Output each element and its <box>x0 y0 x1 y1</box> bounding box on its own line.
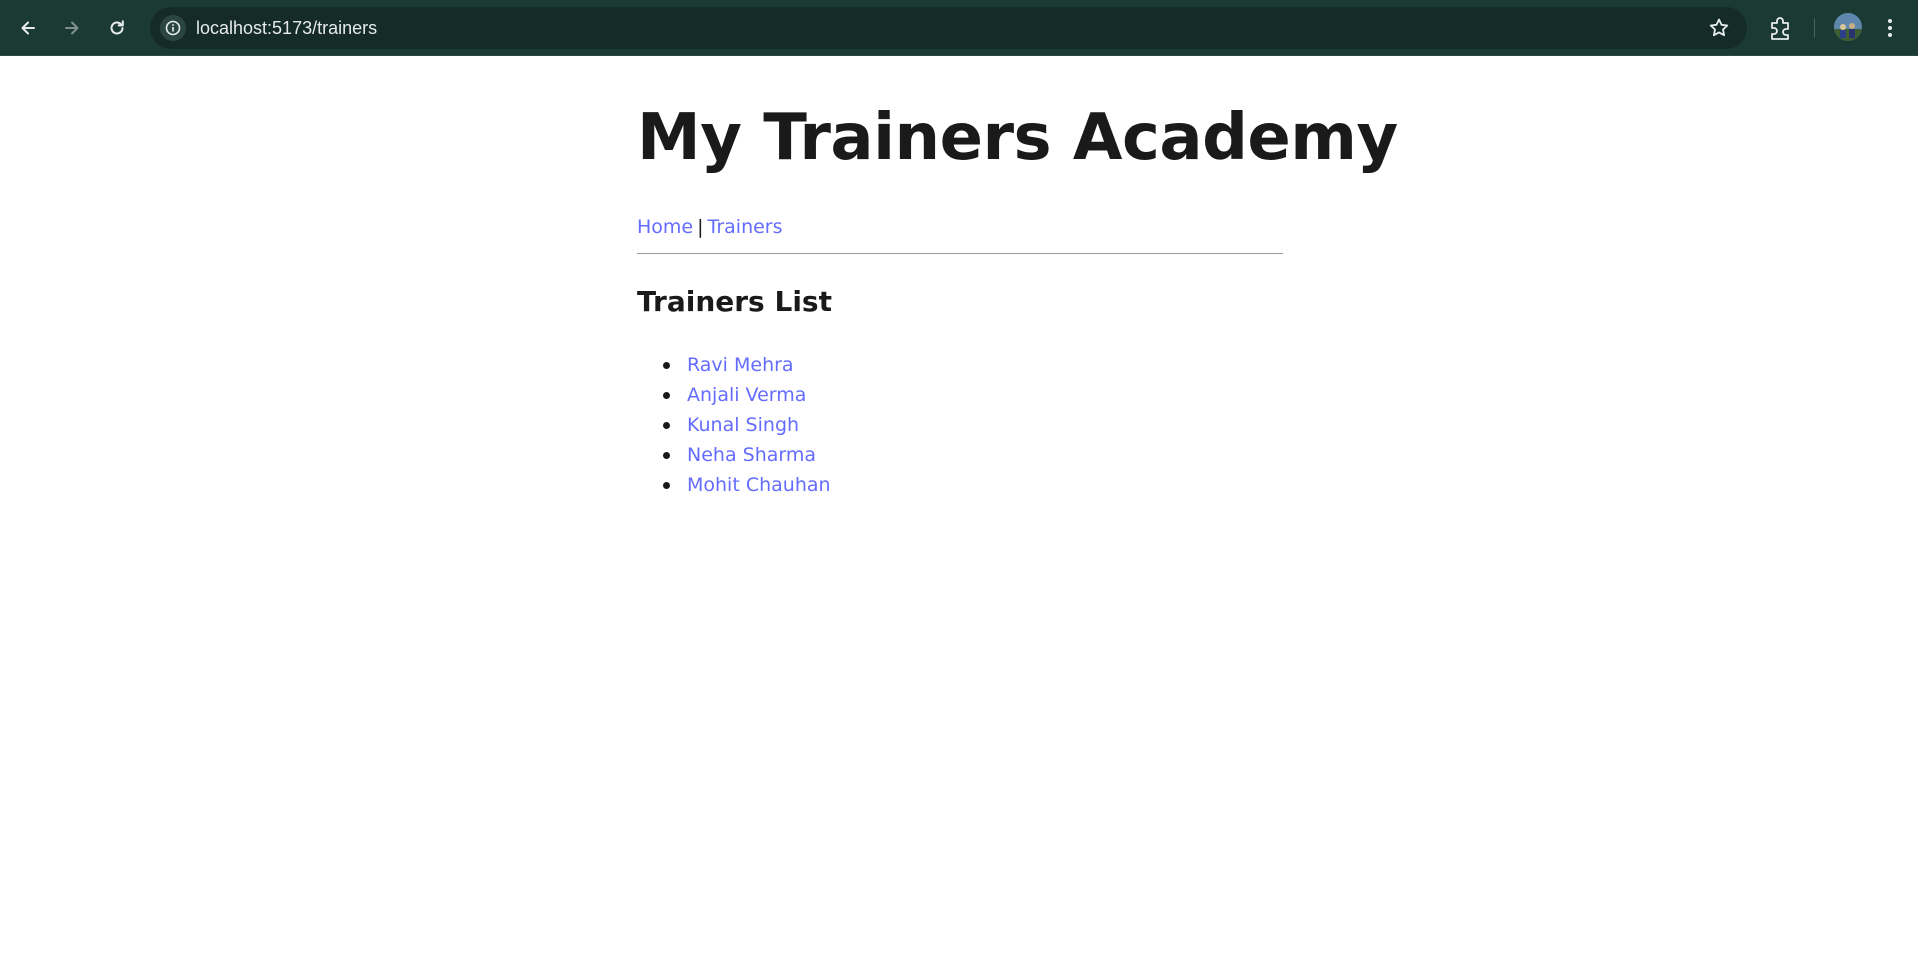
list-item: Anjali Verma <box>663 380 831 410</box>
trainer-link[interactable]: Mohit Chauhan <box>687 474 831 496</box>
address-bar[interactable]: localhost:5173/trainers <box>150 7 1747 49</box>
nav-divider <box>637 253 1283 254</box>
nav-link-trainers[interactable]: Trainers <box>708 216 783 238</box>
section-title: Trainers List <box>637 285 832 318</box>
url-text[interactable]: localhost:5173/trainers <box>196 17 377 39</box>
bookmark-star-icon[interactable] <box>1707 16 1731 40</box>
menu-icon[interactable] <box>1884 14 1896 42</box>
list-item: Ravi Mehra <box>663 350 831 380</box>
trainer-link[interactable]: Kunal Singh <box>687 414 799 436</box>
trainer-link[interactable]: Anjali Verma <box>687 384 806 406</box>
forward-icon <box>65 21 79 35</box>
toolbar-divider <box>1814 18 1815 38</box>
nav-link-home[interactable]: Home <box>637 216 693 238</box>
reload-icon <box>110 20 124 35</box>
back-button[interactable] <box>10 10 46 46</box>
profile-avatar[interactable] <box>1834 13 1862 41</box>
list-item: Kunal Singh <box>663 410 831 440</box>
extensions-icon[interactable] <box>1766 14 1796 42</box>
page-title: My Trainers Academy <box>637 101 1398 175</box>
nav-separator: | <box>697 216 704 238</box>
browser-toolbar: localhost:5173/trainers <box>0 0 1918 56</box>
trainer-link[interactable]: Ravi Mehra <box>687 354 794 376</box>
trainer-link[interactable]: Neha Sharma <box>687 444 816 466</box>
list-item: Mohit Chauhan <box>663 470 831 500</box>
list-item: Neha Sharma <box>663 440 831 470</box>
back-icon <box>21 21 35 35</box>
top-nav: Home | Trainers <box>637 214 783 240</box>
reload-button[interactable] <box>99 10 135 46</box>
trainer-list: Ravi Mehra Anjali Verma Kunal Singh Neha… <box>637 350 831 500</box>
site-info-icon[interactable] <box>160 15 186 41</box>
forward-button[interactable] <box>54 10 90 46</box>
